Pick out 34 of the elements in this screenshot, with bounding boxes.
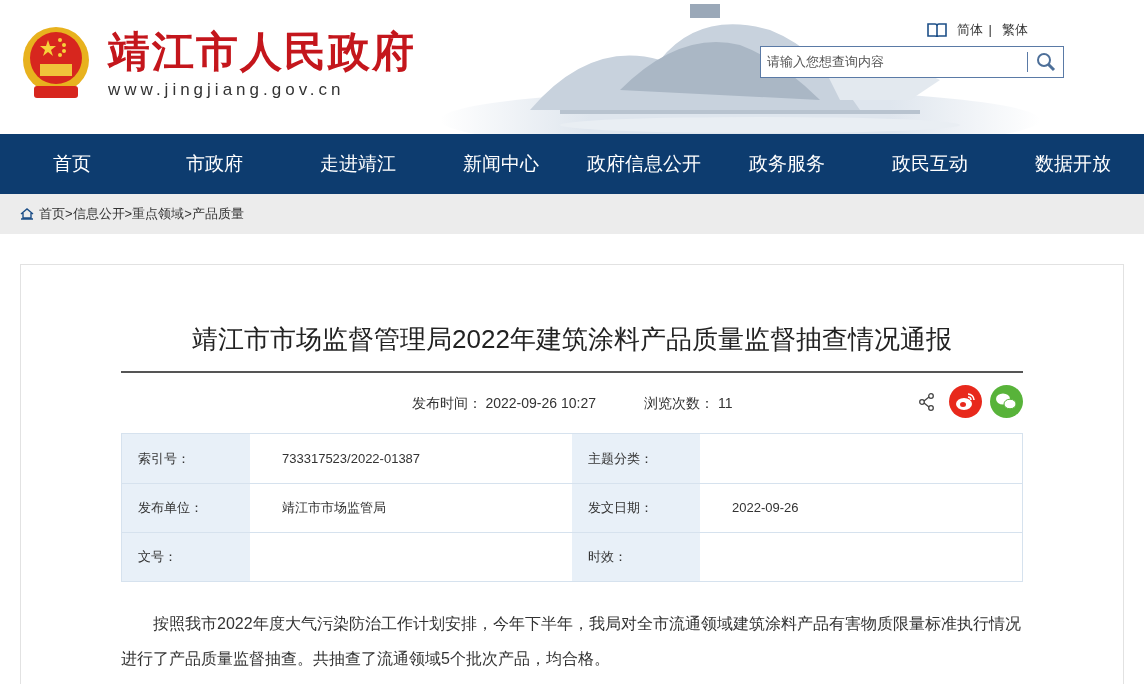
nav-link[interactable]: 政务服务 [715, 149, 858, 179]
article-title: 靖江市市场监督管理局2022年建筑涂料产品质量监督抽查情况通报 [121, 321, 1023, 373]
nav-link[interactable]: 走进靖江 [286, 149, 429, 179]
nav-link[interactable]: 首页 [0, 149, 143, 179]
breadcrumb-separator: > [184, 205, 192, 224]
article-paragraph: 按照我市2022年度大气污染防治工作计划安排，今年下半年，我局对全市流通领域建筑涂料产品有害物质限量标准执行情况进行了产品质量监督抽查。共抽查了流通领域5个批次产品，均合格。 [121, 614, 1022, 669]
breadcrumb-link[interactable]: 重点领域 [132, 204, 185, 224]
nav-link[interactable]: 政民互动 [858, 149, 1001, 179]
nav-link[interactable]: 政府信息公开 [572, 149, 715, 179]
search-field[interactable]: 请输入您想查询内容 [760, 45, 1064, 78]
info-label: 发文日期： [588, 499, 653, 518]
nav-link[interactable]: 市政府 [143, 149, 286, 179]
info-value: 733317523/2022-01387 [282, 449, 421, 468]
meta-text: 浏览次数： 11 [644, 393, 733, 413]
nav-link[interactable]: 新闻中心 [429, 149, 572, 179]
breadcrumb-link[interactable]: 信息公开 [72, 204, 125, 224]
meta-text: 发布时间： 2022-09-26 10:27 [411, 393, 596, 413]
info-label: 时效： [588, 548, 627, 567]
info-label: 主题分类： [588, 449, 653, 468]
info-label: 文号： [138, 548, 177, 567]
info-value: 2022-09-26 [732, 499, 799, 518]
nav-link[interactable]: 数据开放 [1001, 149, 1144, 179]
language-link[interactable]: 简体 [956, 20, 983, 40]
separator-text: | [988, 21, 992, 39]
site-title: 靖江市人民政府 [108, 27, 416, 77]
info-label: 索引号： [138, 449, 190, 468]
breadcrumb-separator: > [65, 205, 73, 224]
breadcrumb-link[interactable]: 首页 [39, 204, 65, 224]
info-value: 靖江市市场监管局 [282, 499, 386, 518]
breadcrumb-link[interactable]: 产品质量 [191, 204, 244, 224]
language-link[interactable]: 繁体 [1002, 20, 1028, 40]
info-label: 发布单位： [138, 499, 203, 518]
breadcrumb-separator: > [124, 205, 133, 224]
site-url: www.jingjiang.gov.cn [108, 79, 346, 101]
